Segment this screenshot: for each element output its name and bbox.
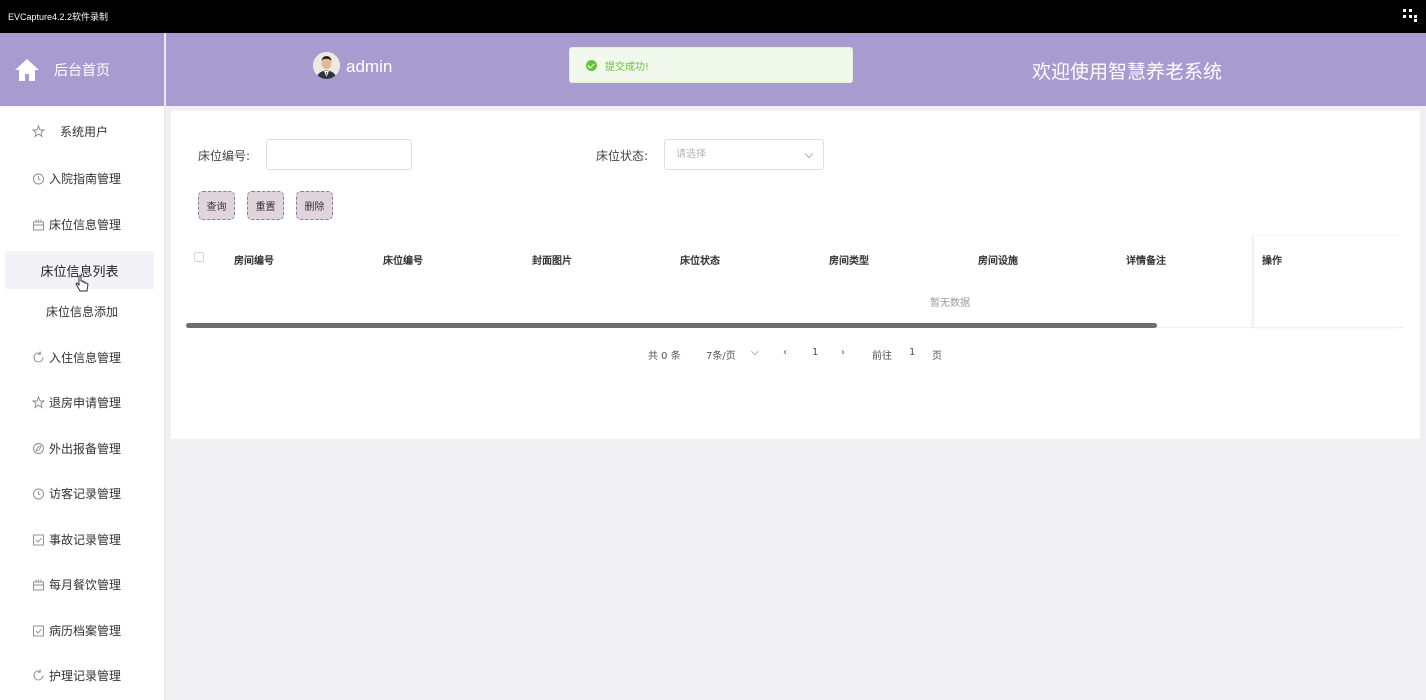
sidebar-item-label: 退房申请管理 xyxy=(49,396,122,411)
sidebar-item-visitor[interactable]: 访客记录管理 xyxy=(0,471,164,517)
sidebar-item-checkout[interactable]: 退房申请管理 xyxy=(0,380,164,426)
sidebar-item-label: 床位信息添加 xyxy=(45,305,118,320)
bed-no-label: 床位编号: xyxy=(198,149,251,163)
column-header[interactable]: 房间设施 xyxy=(978,252,1018,267)
star-icon xyxy=(32,124,45,138)
reset-button[interactable]: 重置 xyxy=(247,191,284,220)
sidebar-item-label: 外出报备管理 xyxy=(49,441,122,456)
avatar[interactable] xyxy=(313,52,340,79)
sidebar-item-label: 每月餐饮管理 xyxy=(49,578,122,593)
column-header[interactable]: 房间类型 xyxy=(829,252,869,267)
horizontal-scrollbar[interactable] xyxy=(186,323,1157,328)
bed-no-input[interactable] xyxy=(266,139,412,170)
goto-label: 前往 xyxy=(872,351,892,362)
current-page[interactable]: 1 xyxy=(812,347,818,358)
table-header: 房间编号 床位编号 封面图片 床位状态 房间类型 房间设施 详情备注 操作 xyxy=(186,237,1404,279)
sidebar-menu: 系统用户 入院指南管理 床位信息管理 床位信息列表 床位信息添加 入住信息管理 … xyxy=(0,106,164,699)
sidebar-item-accident[interactable]: 事故记录管理 xyxy=(0,517,164,563)
select-all-checkbox[interactable] xyxy=(194,252,204,262)
sidebar-item-bed-info[interactable]: 床位信息管理 xyxy=(0,202,164,248)
minimize-grip-icon[interactable] xyxy=(1403,9,1417,22)
delete-button[interactable]: 删除 xyxy=(296,191,333,220)
fixed-actions-column xyxy=(1253,236,1403,328)
cake-icon xyxy=(33,579,44,591)
column-header[interactable]: 详情备注 xyxy=(1126,252,1166,267)
page-suffix: 页 xyxy=(932,351,942,362)
next-page-icon[interactable]: › xyxy=(841,347,845,358)
sidebar-item-nursing[interactable]: 护理记录管理 xyxy=(0,653,164,699)
page-size-select[interactable]: 7条/页 xyxy=(706,347,736,362)
empty-text: 暂无数据 xyxy=(930,298,970,309)
clock-icon xyxy=(33,488,44,500)
sidebar-item-label: 病历档案管理 xyxy=(49,623,122,638)
clock-icon xyxy=(33,173,44,185)
capture-title: EVCapture4.2.2软件录制 xyxy=(8,12,109,22)
main-panel: 床位编号: 床位状态: 请选择 查询 重置 删除 房间编号 床位编号 封面图片 … xyxy=(171,111,1420,439)
sidebar-item-label: 床位信息管理 xyxy=(49,217,122,232)
rotate-icon xyxy=(33,669,44,681)
calendar-check-icon xyxy=(33,534,44,546)
sidebar-item-admission-guide[interactable]: 入院指南管理 xyxy=(0,156,164,202)
sidebar-item-bed-add[interactable]: 床位信息添加 xyxy=(0,289,164,335)
sidebar-item-label: 访客记录管理 xyxy=(49,487,122,502)
toast-message: 提交成功! xyxy=(605,61,650,73)
sidebar-item-bed-list[interactable]: 床位信息列表 xyxy=(5,251,154,292)
welcome-title: 欢迎使用智慧养老系统 xyxy=(1032,61,1223,83)
sidebar-item-label: 护理记录管理 xyxy=(49,669,122,684)
sidebar-item-label: 入住信息管理 xyxy=(49,350,122,365)
compass-icon xyxy=(33,442,44,454)
query-button[interactable]: 查询 xyxy=(198,191,235,220)
sidebar-item-system-users[interactable]: 系统用户 xyxy=(0,106,164,156)
sidebar: 后台首页 系统用户 入院指南管理 床位信息管理 床位信息列表 床位信息添加 入住… xyxy=(0,33,165,700)
sidebar-item-label: 事故记录管理 xyxy=(49,532,122,547)
bed-status-label: 床位状态: xyxy=(596,149,649,163)
cake-icon xyxy=(33,219,44,231)
column-header[interactable]: 房间编号 xyxy=(234,252,274,267)
chevron-down-icon xyxy=(804,149,814,159)
sidebar-item-meals[interactable]: 每月餐饮管理 xyxy=(0,562,164,608)
brand-home-link[interactable]: 后台首页 xyxy=(0,33,164,106)
calendar-check-icon xyxy=(33,625,44,637)
bed-status-select[interactable]: 请选择 xyxy=(664,139,824,170)
column-header[interactable]: 封面图片 xyxy=(532,252,572,267)
sidebar-item-label: 入院指南管理 xyxy=(49,172,122,187)
prev-page-icon[interactable]: ‹ xyxy=(783,347,787,358)
brand-label: 后台首页 xyxy=(54,62,110,79)
sidebar-item-outing[interactable]: 外出报备管理 xyxy=(0,426,164,472)
user-avatar-icon xyxy=(313,52,340,79)
sidebar-item-medical-records[interactable]: 病历档案管理 xyxy=(0,608,164,654)
username[interactable]: admin xyxy=(346,57,392,77)
sidebar-item-checkin[interactable]: 入住信息管理 xyxy=(0,335,164,381)
pagination-total: 共 0 条 xyxy=(648,351,681,362)
home-icon xyxy=(15,58,39,81)
sidebar-item-label: 系统用户 xyxy=(60,124,109,139)
column-header[interactable]: 床位状态 xyxy=(680,252,720,267)
success-toast: 提交成功! xyxy=(569,47,853,83)
star-icon xyxy=(32,396,45,409)
capture-title-bar: EVCapture4.2.2软件录制 xyxy=(0,0,1426,33)
check-circle-icon xyxy=(586,59,597,71)
chevron-down-icon: ⌵ xyxy=(751,347,759,358)
goto-page-input[interactable]: 1 xyxy=(909,347,915,358)
rotate-icon xyxy=(33,351,44,363)
bed-status-placeholder: 请选择 xyxy=(676,149,706,160)
column-header[interactable]: 床位编号 xyxy=(383,252,423,267)
